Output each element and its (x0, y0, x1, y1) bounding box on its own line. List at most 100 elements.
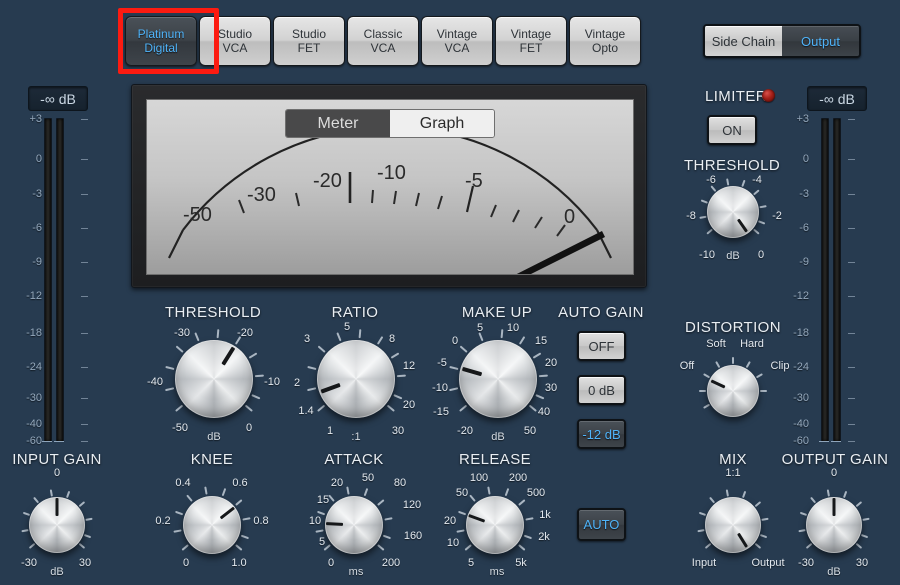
makeup-pointer (461, 366, 483, 377)
tab-platinum-digital[interactable]: Platinum Digital (125, 16, 197, 66)
output-meter: +3 0 -3 -6 -9 -12 -18 -24 -30 -40 -60 (793, 113, 855, 447)
ratio-label-30: 30 (391, 425, 405, 437)
meter-display-panel: -50 -30 -20 -10 -5 0 Meter Graph (131, 84, 647, 288)
input-scale-label: -30 (26, 392, 42, 404)
compressor-plugin-window: Platinum Digital Studio VCA Studio FET C… (0, 0, 900, 585)
input-gain-title: INPUT GAIN (12, 451, 102, 468)
threshold-label--40: -40 (147, 376, 163, 388)
tab-label-line1: Vintage (510, 27, 552, 41)
output-gain-unit: dB (827, 566, 841, 578)
ratio-knob[interactable] (307, 329, 406, 423)
sidechain-output-toggle[interactable]: Side Chain Output (703, 24, 861, 58)
output-scale-label: -30 (793, 392, 809, 404)
release-label-5: 5 (467, 557, 475, 569)
vu-label--10: -10 (377, 162, 406, 184)
tab-vintage-vca[interactable]: Vintage VCA (421, 16, 493, 66)
mix-pointer (737, 532, 749, 548)
meter-display-inner: -50 -30 -20 -10 -5 0 Meter Graph (146, 99, 634, 275)
output-scale-label: -3 (799, 188, 809, 200)
knee-knob[interactable] (173, 486, 251, 559)
distortion-title: DISTORTION (685, 319, 781, 336)
ratio-dial[interactable] (312, 335, 400, 423)
auto-gain-minus12db-button[interactable]: -12 dB (577, 419, 626, 449)
tab-studio-vca[interactable]: Studio VCA (199, 16, 271, 66)
output-gain-label-0: 0 (830, 467, 838, 479)
release-dial[interactable] (461, 491, 529, 559)
threshold-label--30: -30 (174, 327, 190, 339)
release-label-10: 10 (446, 537, 460, 549)
attack-title: ATTACK (324, 451, 384, 468)
release-title: RELEASE (459, 451, 531, 468)
knee-dial[interactable] (178, 491, 246, 559)
mix-knob[interactable] (697, 489, 769, 558)
limiter-threshold-knob[interactable] (699, 178, 767, 243)
tab-vintage-opto[interactable]: Vintage Opto (569, 16, 641, 66)
attack-knob[interactable] (315, 486, 393, 559)
knee-label-1.0: 1.0 (231, 557, 247, 569)
makeup-title: MAKE UP (461, 304, 533, 321)
attack-dial[interactable] (320, 491, 388, 559)
vu-label--5: -5 (465, 170, 483, 192)
side-chain-button[interactable]: Side Chain (705, 26, 782, 56)
distortion-knob[interactable] (699, 357, 767, 422)
limiter-threshold-label--2: -2 (772, 210, 782, 222)
input-scale-label: -40 (26, 418, 42, 430)
threshold-knob[interactable] (165, 329, 264, 423)
distortion-label-off: Off (679, 360, 695, 372)
input-gain-knob[interactable] (21, 489, 93, 558)
auto-gain-0db-button[interactable]: 0 dB (577, 375, 626, 405)
model-tab-bar[interactable]: Platinum Digital Studio VCA Studio FET C… (125, 16, 641, 66)
makeup-dial[interactable] (454, 335, 542, 423)
input-scale-label: -12 (26, 290, 42, 302)
tab-classic-vca[interactable]: Classic VCA (347, 16, 419, 66)
attack-label-200: 200 (381, 557, 401, 569)
output-gain-dial[interactable] (801, 492, 867, 558)
tab-label-line2: Opto (591, 41, 618, 55)
graph-view-button[interactable]: Graph (390, 110, 494, 137)
auto-gain-off-button[interactable]: OFF (577, 331, 626, 361)
makeup-label--10: -10 (432, 382, 448, 394)
makeup-label--20: -20 (457, 425, 473, 437)
tab-label-line2: Digital (144, 41, 178, 55)
makeup-knob[interactable] (449, 329, 548, 423)
limiter-threshold-label--8: -8 (686, 210, 696, 222)
limiter-threshold-label--6: -6 (706, 174, 716, 186)
makeup-label-40: 40 (537, 406, 551, 418)
mix-dial[interactable] (700, 492, 766, 558)
vu-label--50: -50 (183, 204, 212, 226)
limiter-threshold-pointer (736, 218, 748, 233)
tab-studio-fet[interactable]: Studio FET (273, 16, 345, 66)
output-gain-pointer (832, 498, 836, 516)
mix-label-input: Input (691, 557, 717, 569)
mix-label-ratio: 1:1 (725, 467, 741, 479)
limiter-on-button[interactable]: ON (707, 115, 757, 145)
threshold-unit: dB (207, 431, 221, 443)
attack-pointer (325, 522, 344, 526)
makeup-label-50: 50 (523, 425, 537, 437)
knee-label-0.4: 0.4 (175, 477, 191, 489)
makeup-label-20: 20 (544, 357, 558, 369)
limiter-threshold-label--10: -10 (699, 249, 715, 261)
tab-vintage-fet[interactable]: Vintage FET (495, 16, 567, 66)
tab-label-line2: VCA (222, 41, 248, 55)
distortion-label-hard: Hard (740, 338, 764, 350)
ratio-label-1.4: 1.4 (298, 405, 314, 417)
output-scale-label: -40 (793, 418, 809, 430)
auto-release-button[interactable]: AUTO (577, 508, 626, 541)
output-button[interactable]: Output (782, 26, 859, 56)
meter-view-button[interactable]: Meter (286, 110, 390, 137)
meter-graph-toggle[interactable]: Meter Graph (285, 109, 495, 138)
input-scale-label: -3 (32, 188, 42, 200)
tab-label-line1: Studio (217, 27, 253, 41)
input-gain-dial[interactable] (24, 492, 90, 558)
threshold-dial[interactable] (170, 335, 258, 423)
output-gain-knob[interactable] (798, 489, 870, 558)
release-knob[interactable] (456, 486, 534, 559)
distortion-dial[interactable] (702, 360, 764, 422)
output-scale-label: 0 (802, 153, 809, 165)
input-gain-label-30: 30 (78, 557, 92, 569)
limiter-threshold-dial[interactable] (702, 181, 764, 243)
attack-label-80: 80 (393, 477, 407, 489)
auto-gain-title: AUTO GAIN (558, 304, 644, 321)
tab-label-line1: Studio (291, 27, 327, 41)
